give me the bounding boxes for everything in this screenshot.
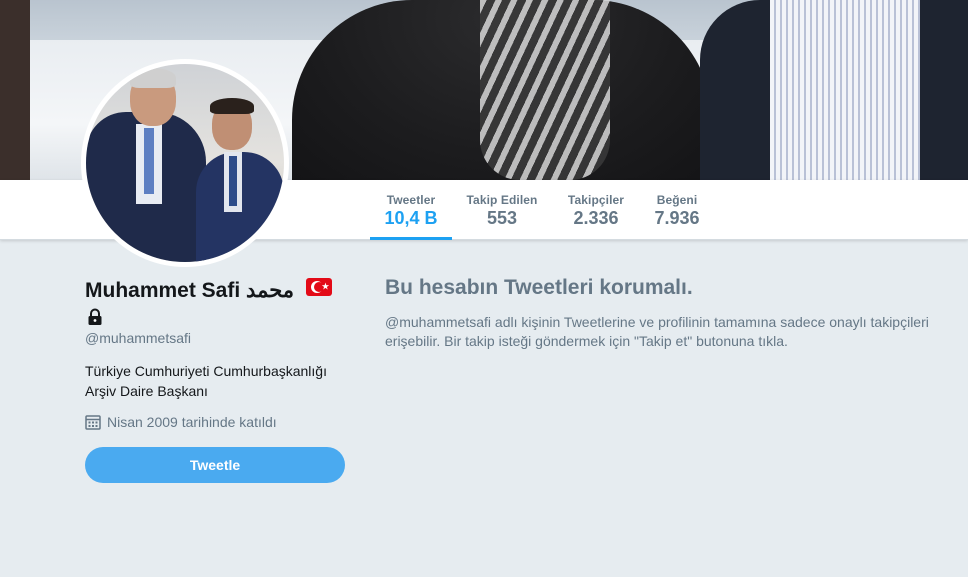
join-date-text: Nisan 2009 tarihinde katıldı	[107, 414, 277, 430]
stat-label: Takip Edilen	[466, 193, 538, 207]
stat-likes[interactable]: Beğeni 7.936	[644, 180, 710, 240]
stat-value: 10,4 B	[384, 208, 438, 228]
avatar-photo	[86, 64, 284, 262]
stat-label: Beğeni	[656, 193, 698, 207]
stat-followers[interactable]: Takipçiler 2.336	[558, 180, 634, 240]
join-date: Nisan 2009 tarihinde katıldı	[85, 414, 277, 430]
stat-value: 7.936	[654, 208, 700, 228]
turkey-flag-icon: ★	[305, 278, 332, 296]
stat-label: Takipçiler	[567, 193, 625, 207]
protected-title: Bu hesabın Tweetleri korumalı.	[385, 276, 693, 299]
tweet-button[interactable]: Tweetle	[85, 447, 345, 483]
stat-value: 553	[486, 208, 518, 228]
stat-tweets[interactable]: Tweetler 10,4 B	[370, 180, 452, 240]
stat-label: Tweetler	[386, 193, 436, 207]
stat-value: 2.336	[573, 208, 619, 228]
profile-avatar[interactable]	[81, 59, 289, 267]
calendar-icon	[85, 415, 101, 430]
profile-name-text: Muhammet Safi	[85, 279, 241, 302]
profile-name[interactable]: Muhammet Safi محمد ★	[85, 278, 332, 303]
profile-name-arabic: محمد	[246, 279, 295, 302]
protected-description: @muhammetsafi adlı kişinin Tweetlerine v…	[385, 314, 929, 349]
lock-icon	[88, 308, 102, 325]
profile-handle[interactable]: @muhammetsafi	[85, 330, 191, 346]
profile-bio: Türkiye Cumhuriyeti Cumhurbaşkanlığı Arş…	[85, 363, 327, 399]
stat-following[interactable]: Takip Edilen 553	[460, 180, 544, 240]
